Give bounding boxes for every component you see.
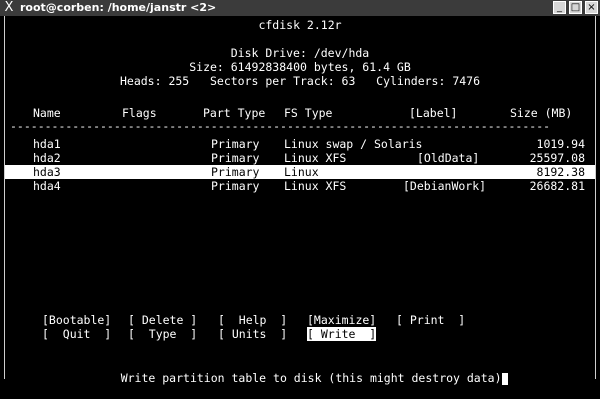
row-fs-type: Linux XFS <box>284 179 347 193</box>
close-window-button[interactable]: × <box>585 1 598 14</box>
row-name: hda2 <box>33 151 61 165</box>
col-name: Name <box>33 106 61 120</box>
delete-button[interactable]: [ Delete ] <box>128 313 197 327</box>
bootable-button[interactable]: [Bootable] <box>42 313 111 327</box>
col-fs-type: FS Type <box>284 106 333 120</box>
row-name: hda3 <box>33 165 61 179</box>
row-part-type: Primary <box>211 151 260 165</box>
table-separator: ----------------------------------------… <box>10 119 551 133</box>
table-row[interactable]: hda2 Primary Linux XFS [OldData] 25597.0… <box>5 151 595 165</box>
status-line: Write partition table to disk (this migh… <box>93 357 523 385</box>
maximize-button[interactable]: [Maximize] <box>307 313 376 327</box>
app-version: cfdisk 2.12r <box>258 18 342 32</box>
disk-drive: Disk Drive: /dev/hda <box>230 46 370 60</box>
window-menu-icon[interactable]: X <box>2 1 16 15</box>
row-fs-type: Linux XFS <box>284 151 347 165</box>
row-size: 26682.81 <box>529 179 585 193</box>
type-button[interactable]: [ Type ] <box>128 327 197 341</box>
col-part-type: Part Type <box>203 106 266 120</box>
row-label: [OldData] <box>417 151 480 165</box>
col-size: Size (MB) <box>510 106 573 120</box>
status-message: Write partition table to disk (this migh… <box>120 371 502 385</box>
row-name: hda1 <box>33 137 61 151</box>
row-label: [DebianWork] <box>403 179 487 193</box>
row-fs-type: Linux swap / Solaris <box>284 137 423 151</box>
row-fs-type: Linux <box>284 165 319 179</box>
row-part-type: Primary <box>211 137 260 151</box>
col-label: [Label] <box>409 106 458 120</box>
maximize-window-button[interactable]: □ <box>569 1 582 14</box>
write-button[interactable]: [ Write ] <box>307 327 377 341</box>
terminal-area[interactable]: cfdisk 2.12r Disk Drive: /dev/hda Size: … <box>4 16 596 385</box>
row-size: 1019.94 <box>536 137 585 151</box>
row-size: 25597.08 <box>529 151 585 165</box>
row-part-type: Primary <box>211 179 260 193</box>
minimize-button[interactable]: _ <box>553 1 566 14</box>
row-part-type: Primary <box>211 165 260 179</box>
table-header: Name Flags Part Type FS Type [Label] Siz… <box>5 106 595 120</box>
disk-geometry: Heads: 255 Sectors per Track: 63 Cylinde… <box>119 74 481 88</box>
window-titlebar: X root@corben: /home/janstr <2> _ □ × <box>0 0 600 16</box>
table-row-selected[interactable]: hda3 Primary Linux 8192.38 <box>5 165 595 179</box>
row-size: 8192.38 <box>536 165 585 179</box>
row-name: hda4 <box>33 179 61 193</box>
print-button[interactable]: [ Print ] <box>396 313 465 327</box>
col-flags: Flags <box>122 106 157 120</box>
table-row[interactable]: hda1 Primary Linux swap / Solaris 1019.9… <box>5 137 595 151</box>
quit-button[interactable]: [ Quit ] <box>42 327 111 341</box>
help-button[interactable]: [ Help ] <box>218 313 287 327</box>
units-button[interactable]: [ Units ] <box>218 327 287 341</box>
window-title: root@corben: /home/janstr <2> <box>20 1 217 14</box>
disk-size: Size: 61492838400 bytes, 61.4 GB <box>189 60 411 74</box>
table-row[interactable]: hda4 Primary Linux XFS [DebianWork] 2668… <box>5 179 595 193</box>
